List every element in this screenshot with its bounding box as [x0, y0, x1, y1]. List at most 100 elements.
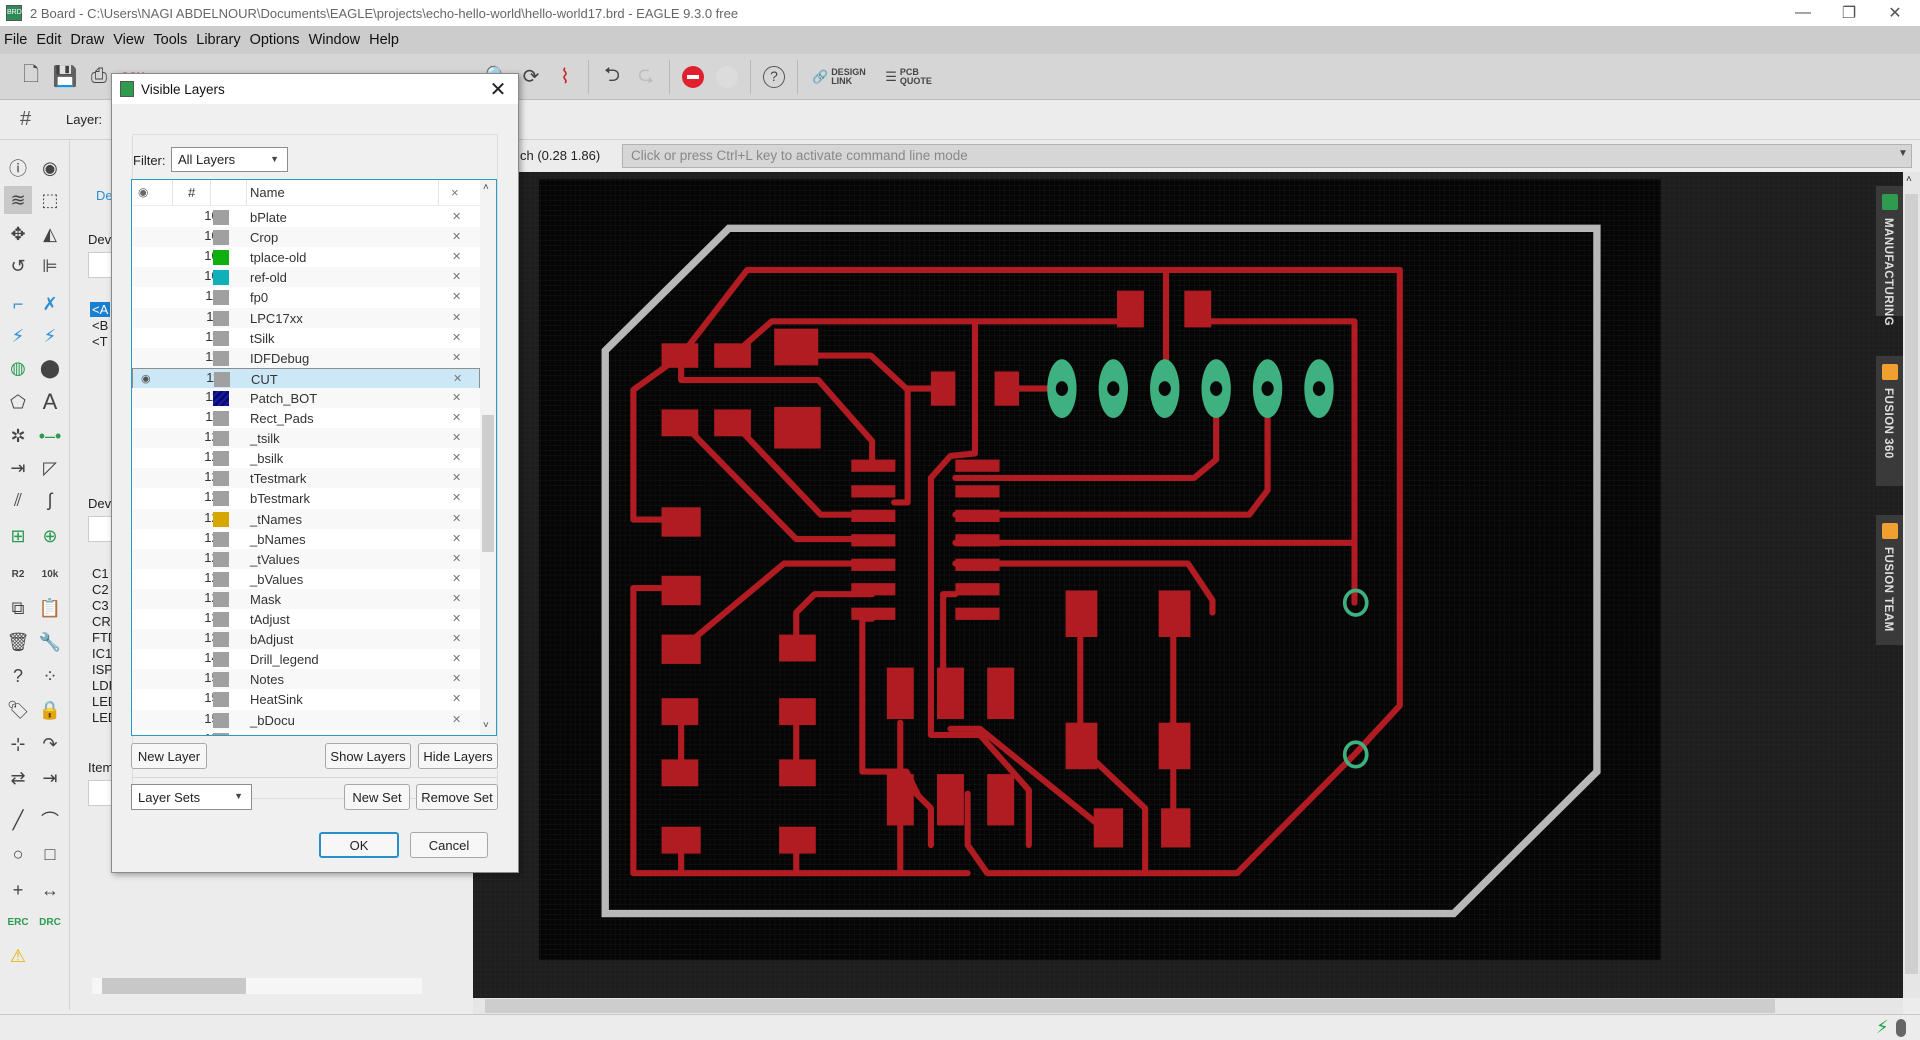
layer-sets-select[interactable]: Layer Sets ▼: [131, 784, 252, 810]
delete-layer-icon[interactable]: ✕: [452, 230, 461, 243]
redo-icon[interactable]: ⮎: [629, 60, 663, 94]
move-icon[interactable]: ✥: [4, 220, 32, 248]
circle-icon[interactable]: ○: [4, 840, 32, 868]
layer-row[interactable]: 121_tsilk✕: [132, 428, 480, 449]
group-select-icon[interactable]: ⬚: [36, 186, 64, 214]
layer-row[interactable]: 125_tNames✕: [132, 508, 480, 529]
miter-icon[interactable]: ◸: [36, 454, 64, 482]
dialog-title-bar[interactable]: Visible Layers ✕: [112, 74, 518, 104]
board-canvas[interactable]: [473, 172, 1903, 998]
menu-help[interactable]: Help: [369, 32, 399, 48]
layer-row[interactable]: 144Drill_legend✕: [132, 649, 480, 669]
layer-row[interactable]: 123tTestmark✕: [132, 468, 480, 489]
rotate-icon[interactable]: ↺: [4, 252, 32, 280]
close-window-button[interactable]: ✕: [1872, 0, 1918, 26]
name-icon[interactable]: R2: [4, 560, 32, 588]
add-gate-icon[interactable]: ⊕: [36, 522, 64, 550]
add-part-icon[interactable]: ⊞: [4, 522, 32, 550]
show-icon[interactable]: ◉: [36, 154, 64, 182]
layer-row[interactable]: 109ref-old✕: [132, 267, 480, 288]
fusion-team-panel[interactable]: FUSION TEAM: [1876, 515, 1904, 645]
layer-color-swatch[interactable]: [213, 672, 229, 688]
wrench-icon[interactable]: 🔧: [36, 628, 64, 656]
layer-row[interactable]: 131tAdjust✕: [132, 609, 480, 629]
canvas-hscroll[interactable]: [473, 998, 1903, 1014]
eye-icon[interactable]: ◉: [141, 372, 151, 385]
fusion-360-panel[interactable]: FUSION 360: [1876, 356, 1904, 486]
mark-icon[interactable]: +: [4, 876, 32, 904]
signal-icon[interactable]: ✲: [4, 422, 32, 450]
layer-row[interactable]: 126_bNames✕: [132, 529, 480, 549]
menu-draw[interactable]: Draw: [70, 32, 104, 48]
layer-color-swatch[interactable]: [213, 451, 229, 467]
manufacturing-panel[interactable]: MANUFACTURING: [1876, 186, 1904, 326]
filter-select[interactable]: All Layers ▼: [171, 147, 288, 172]
paint-roller-icon[interactable]: ?: [4, 662, 32, 690]
layer-row[interactable]: 106bPlate✕: [132, 207, 480, 227]
tag-icon[interactable]: 🏷: [4, 696, 32, 724]
layer-color-swatch[interactable]: [213, 431, 229, 447]
tree-item[interactable]: <B: [92, 318, 108, 333]
layer-row[interactable]: 107Crop✕: [132, 227, 480, 248]
delete-layer-icon[interactable]: ✕: [452, 351, 461, 364]
hole-icon[interactable]: ⬤: [36, 354, 64, 382]
warning-icon[interactable]: ⚠: [4, 942, 32, 970]
value-icon[interactable]: 10k: [36, 560, 64, 588]
layer-color-swatch[interactable]: [213, 732, 229, 735]
delete-layer-icon[interactable]: ✕: [453, 372, 462, 385]
new-layer-button[interactable]: New Layer: [131, 743, 207, 769]
layer-color-swatch[interactable]: [213, 471, 229, 487]
layer-row[interactable]: 129Mask✕: [132, 588, 480, 609]
new-set-button[interactable]: New Set: [344, 784, 410, 810]
pcb-quote-button[interactable]: ☰ PCB QUOTE: [879, 60, 942, 94]
layer-color-swatch[interactable]: [213, 270, 229, 286]
delete-layer-icon[interactable]: ✕: [452, 451, 461, 464]
copy-icon[interactable]: ⧉: [4, 594, 32, 622]
layer-color-swatch[interactable]: [213, 491, 229, 507]
menu-file[interactable]: File: [4, 32, 27, 48]
layer-row[interactable]: 128_bValues✕: [132, 569, 480, 589]
erc-icon[interactable]: ERC: [4, 908, 32, 936]
canvas-vscroll[interactable]: ˄: [1903, 172, 1920, 998]
delete-layer-icon[interactable]: ✕: [452, 713, 461, 726]
menu-tools[interactable]: Tools: [153, 32, 187, 48]
layer-color-swatch[interactable]: [213, 250, 229, 266]
layer-color-swatch[interactable]: [213, 230, 229, 246]
cancel-button[interactable]: Cancel: [410, 832, 488, 858]
layer-color-swatch[interactable]: [213, 692, 229, 708]
grid-icon[interactable]: #: [20, 108, 31, 131]
layer-row[interactable]: 108tplace-old✕: [132, 247, 480, 267]
paste-icon[interactable]: 📋: [36, 594, 64, 622]
layer-table-scrollbar[interactable]: ˄ ˅: [480, 180, 496, 735]
scroll-thumb[interactable]: [485, 999, 1775, 1013]
help-icon[interactable]: ?: [757, 60, 791, 94]
menu-edit[interactable]: Edit: [36, 32, 61, 48]
delete-layer-icon[interactable]: ✕: [452, 572, 461, 585]
scroll-down-icon[interactable]: ˅: [483, 720, 489, 731]
dialog-close-button[interactable]: ✕: [486, 77, 510, 102]
ring-icon[interactable]: ⁘: [36, 662, 64, 690]
delete-layer-icon[interactable]: ✕: [452, 632, 461, 645]
tree-item[interactable]: <T: [92, 334, 108, 349]
delete-layer-icon[interactable]: ✕: [452, 552, 461, 565]
layer-row[interactable]: 112tSilk✕: [132, 328, 480, 348]
save-icon[interactable]: 💾: [48, 60, 82, 94]
go-icon[interactable]: [710, 60, 744, 94]
layer-color-swatch[interactable]: [213, 571, 229, 587]
layer-color-swatch[interactable]: [214, 371, 230, 387]
column-name[interactable]: Name: [250, 185, 285, 200]
layer-row[interactable]: 132bAdjust✕: [132, 629, 480, 650]
layer-color-swatch[interactable]: [213, 330, 229, 346]
layer-color-swatch[interactable]: [213, 551, 229, 567]
delete-layer-icon[interactable]: ✕: [452, 471, 461, 484]
delete-layer-icon[interactable]: ✕: [452, 592, 461, 605]
restore-button[interactable]: ❐: [1826, 0, 1872, 26]
tree-item[interactable]: <A: [90, 302, 111, 317]
autoroute-icon[interactable]: ⚡: [36, 322, 64, 350]
hide-layers-button[interactable]: Hide Layers: [418, 743, 498, 769]
delete-layer-icon[interactable]: ✕: [452, 692, 461, 705]
menu-options[interactable]: Options: [250, 32, 300, 48]
arc-icon[interactable]: ⌒: [36, 806, 64, 834]
minimize-button[interactable]: —: [1780, 0, 1826, 26]
line-icon[interactable]: ╱: [4, 806, 32, 834]
